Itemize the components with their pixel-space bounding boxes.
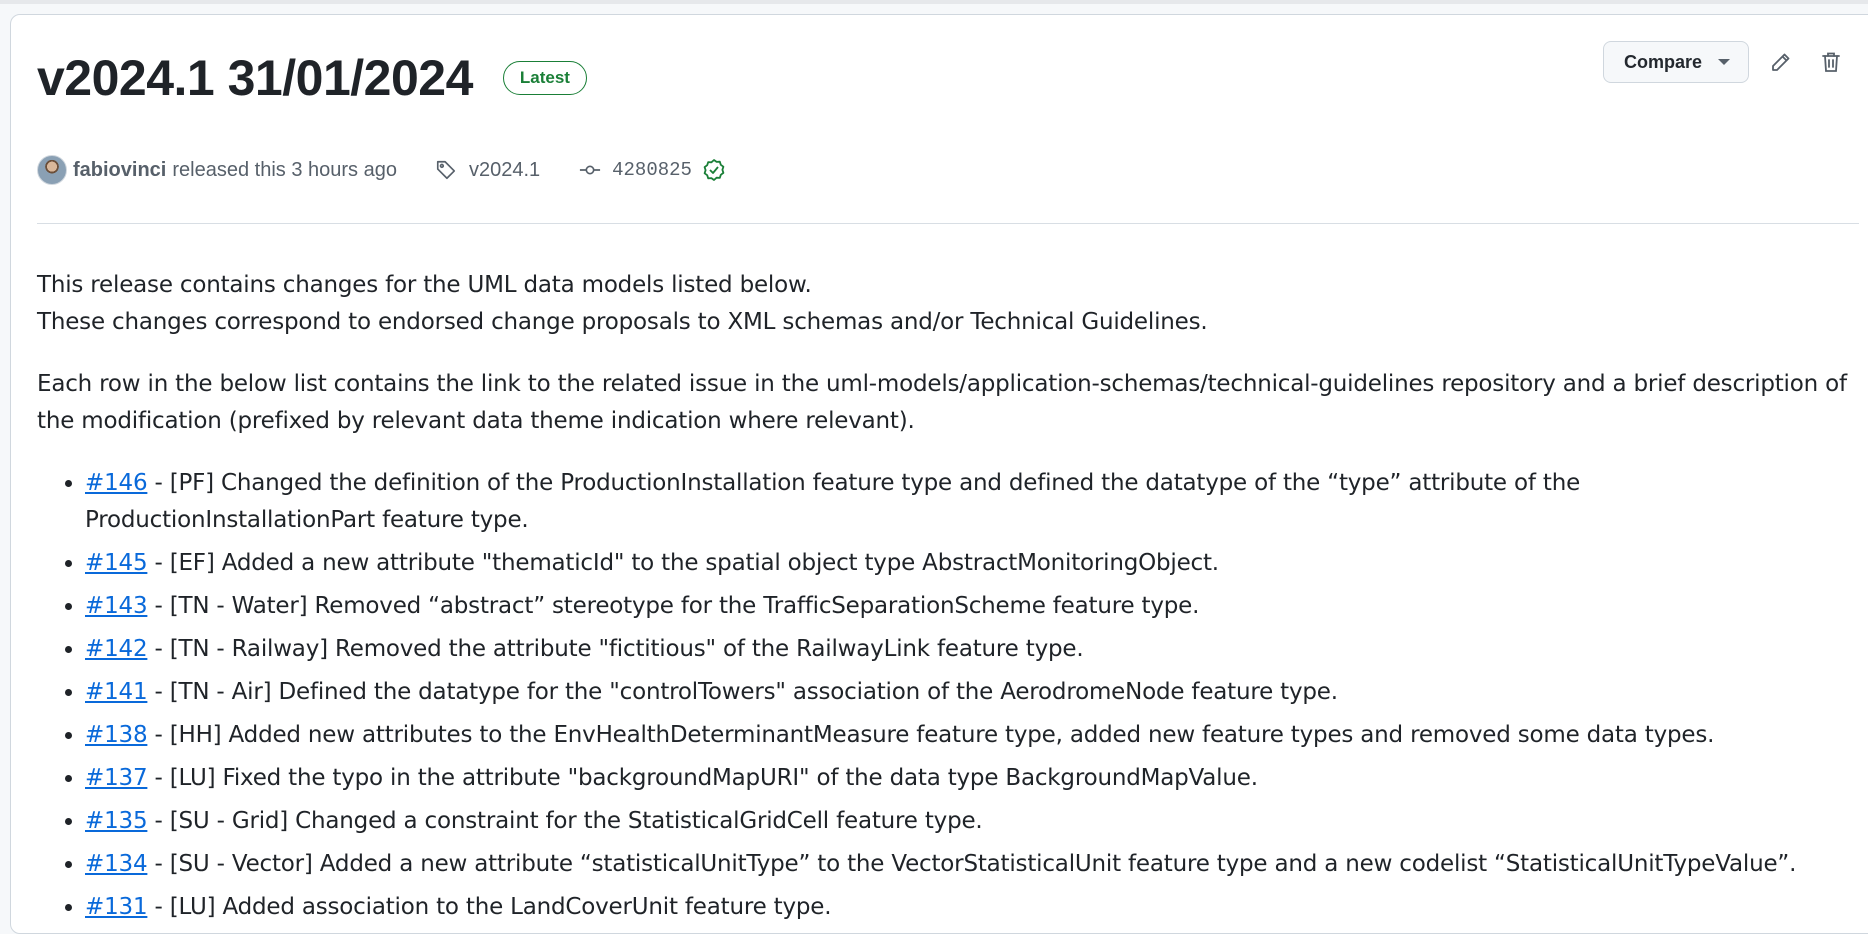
issue-link[interactable]: #138 [85,722,148,748]
issue-link[interactable]: #146 [85,470,148,496]
change-item: #135 - [SU - Grid] Changed a constraint … [85,803,1859,840]
change-description: - [TN - Railway] Removed the attribute "… [147,636,1084,662]
window-top-border [0,0,1868,4]
change-item: #141 - [TN - Air] Defined the datatype f… [85,674,1859,711]
compare-button[interactable]: Compare [1602,41,1749,83]
change-item: #131 - [LU] Added association to the Lan… [85,889,1859,926]
release-notes: This release contains changes for the UM… [37,267,1859,932]
issue-link[interactable]: #143 [85,593,148,619]
released-text[interactable]: released this 3 hours ago [172,159,397,182]
issue-link[interactable]: #135 [85,808,148,834]
compare-button-label: Compare [1623,51,1702,72]
change-description: - [EF] Added a new attribute "thematicId… [147,550,1219,576]
issue-link[interactable]: #141 [85,679,148,705]
tag-name: v2024.1 [468,158,541,181]
change-item: #134 - [SU - Vector] Added a new attribu… [85,846,1859,883]
change-description: - [LU] Fixed the typo in the attribute "… [147,765,1258,791]
changes-list: #146 - [PF] Changed the definition of th… [37,465,1859,926]
change-description: - [HH] Added new attributes to the EnvHe… [147,722,1715,748]
release-actions: Compare [1602,41,1849,83]
intro-line-2: These changes correspond to endorsed cha… [37,309,1208,335]
change-description: - [LU] Added association to the LandCove… [147,894,832,920]
change-description: - [TN - Water] Removed “abstract” stereo… [147,593,1200,619]
release-title[interactable]: v2024.1 31/01/2024 [37,53,473,103]
header-divider [37,223,1859,224]
intro-paragraph: This release contains changes for the UM… [37,267,1859,341]
release-meta: fabiovinci released this 3 hours ago v20… [37,155,726,185]
change-description: - [PF] Changed the definition of the Pro… [85,470,1581,533]
change-item: #137 - [LU] Fixed the typo in the attrib… [85,760,1859,797]
release-header: v2024.1 31/01/2024 Latest [37,53,587,103]
change-description: - [TN - Air] Defined the datatype for th… [147,679,1338,705]
tag-link[interactable]: v2024.1 [435,159,540,182]
issue-link[interactable]: #142 [85,636,148,662]
change-item: #145 - [EF] Added a new attribute "thema… [85,545,1859,582]
author-link[interactable]: fabiovinci [73,159,166,182]
intro-line-1: This release contains changes for the UM… [37,272,812,298]
issue-link[interactable]: #137 [85,765,148,791]
issue-link[interactable]: #134 [85,851,148,877]
change-description: - [SU - Vector] Added a new attribute “s… [147,851,1797,877]
issue-link[interactable]: #145 [85,550,148,576]
commit-link[interactable]: 4280825 [578,159,692,181]
change-item: #143 - [TN - Water] Removed “abstract” s… [85,588,1859,625]
caret-down-icon [1718,59,1730,65]
avatar[interactable] [37,155,67,185]
latest-badge: Latest [502,60,587,96]
change-description: - [SU - Grid] Changed a constraint for t… [147,808,983,834]
git-commit-icon [580,165,601,175]
release-card: v2024.1 31/01/2024 Latest Compare fabiov… [10,14,1868,934]
tag-icon [436,160,456,180]
change-item: #146 - [PF] Changed the definition of th… [85,465,1859,539]
pencil-icon[interactable] [1763,44,1799,80]
verified-check-icon[interactable] [702,158,726,182]
explanation-paragraph: Each row in the below list contains the … [37,371,1847,434]
commit-sha: 4280825 [612,159,692,181]
issue-link[interactable]: #131 [85,894,148,920]
change-item: #142 - [TN - Railway] Removed the attrib… [85,631,1859,668]
change-item: #138 - [HH] Added new attributes to the … [85,717,1859,754]
trash-icon[interactable] [1813,44,1849,80]
